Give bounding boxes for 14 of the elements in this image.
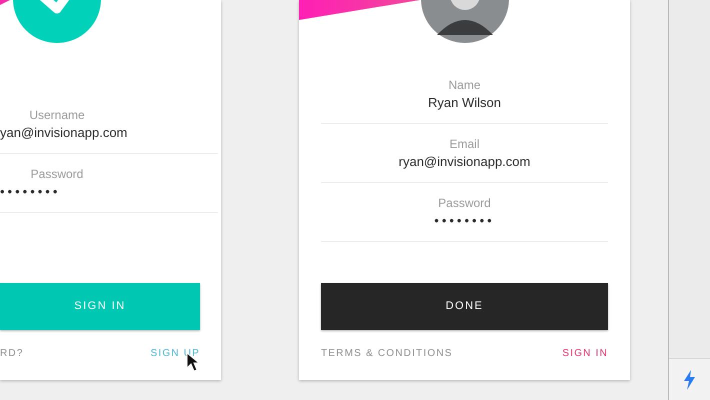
field-label: Username	[28, 107, 86, 123]
field-label: Email	[449, 136, 480, 152]
footer-link[interactable]: SIGN IN	[562, 347, 608, 361]
field-value[interactable]: ••••••••	[434, 212, 495, 230]
field-label: Password	[30, 166, 84, 182]
accent-stripe	[0, 0, 10, 5]
field-label: Name	[448, 77, 480, 93]
field-label: Password	[438, 195, 491, 211]
field-value[interactable]: yan@invisionapp.com	[0, 124, 128, 142]
lightning-icon	[683, 370, 696, 390]
field-value[interactable]: Ryan Wilson	[428, 94, 501, 112]
field-value[interactable]: ryan@invisionapp.com	[398, 153, 530, 171]
done-button[interactable]: DONE	[321, 283, 608, 330]
field-value[interactable]: ••••••••	[0, 183, 60, 201]
